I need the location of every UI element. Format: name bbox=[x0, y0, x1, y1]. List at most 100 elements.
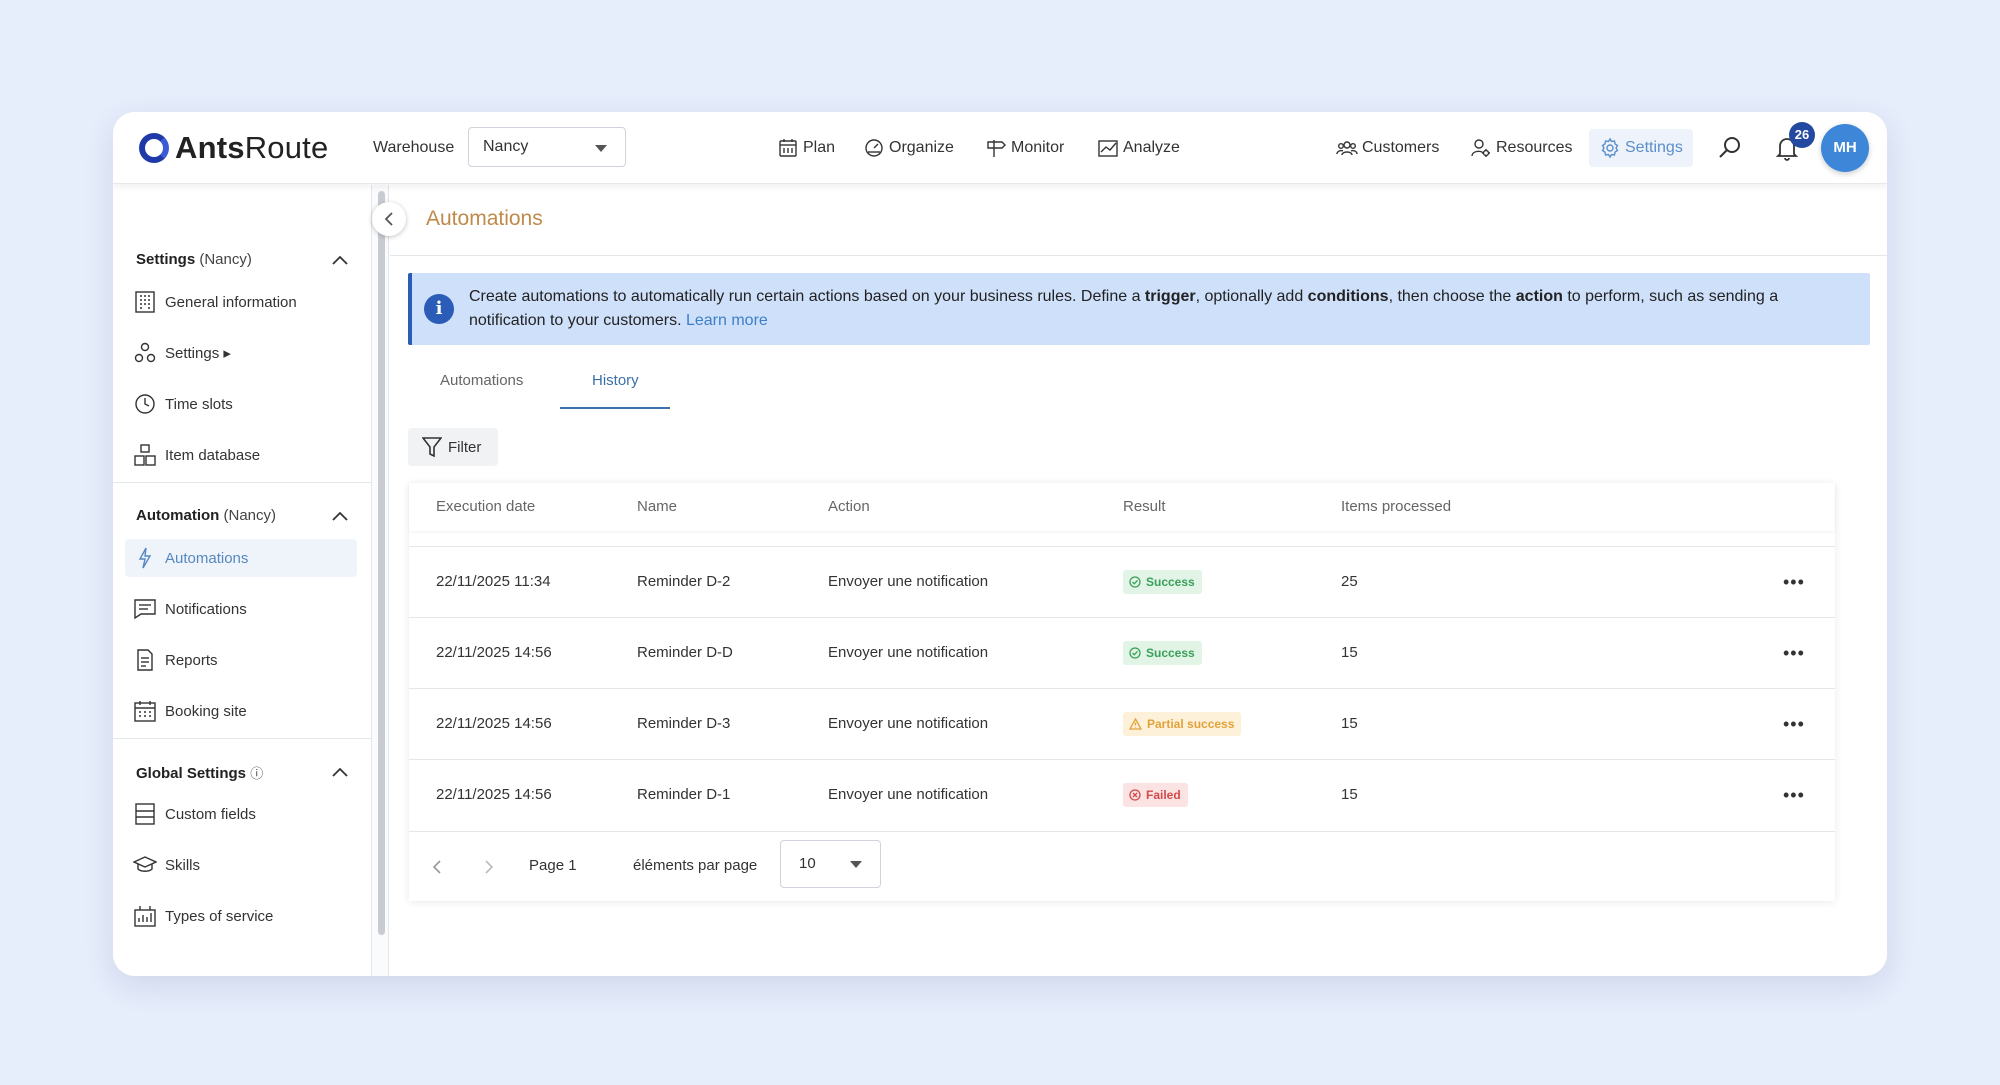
section-title: Settings bbox=[136, 251, 196, 268]
chevron-up-icon[interactable] bbox=[330, 509, 350, 523]
main-content: Automations i Create automations to auto… bbox=[390, 185, 1887, 976]
check-circle-icon bbox=[1129, 647, 1141, 659]
search-icon[interactable] bbox=[1716, 134, 1744, 162]
cell-action: Envoyer une notification bbox=[828, 573, 989, 590]
status-badge-success: Success bbox=[1123, 570, 1202, 594]
column-header-action[interactable]: Action bbox=[828, 498, 870, 515]
nav-monitor-label: Monitor bbox=[1011, 139, 1065, 156]
sidebar-item-label: Custom fields bbox=[165, 805, 256, 823]
row-actions-menu-icon[interactable]: ••• bbox=[1783, 714, 1805, 735]
sidebar-item-notifications[interactable]: Notifications bbox=[125, 590, 357, 628]
logo-mark-icon bbox=[139, 133, 169, 163]
next-page-icon[interactable] bbox=[483, 859, 495, 875]
per-page-label: éléments par page bbox=[633, 857, 758, 874]
warning-icon bbox=[1129, 718, 1142, 730]
table-row[interactable]: 22/11/2025 11:34 Reminder D-2 Envoyer un… bbox=[409, 546, 1835, 617]
cell-execution-date: 22/11/2025 11:34 bbox=[436, 573, 551, 590]
section-title: Automation bbox=[136, 507, 220, 524]
row-actions-menu-icon[interactable]: ••• bbox=[1783, 785, 1805, 806]
top-navigation-bar: AntsRoute Warehouse Nancy Plan Organize … bbox=[113, 112, 1887, 184]
info-banner: i Create automations to automatically ru… bbox=[408, 273, 1870, 345]
status-badge-partial: Partial success bbox=[1123, 712, 1242, 736]
chevron-left-icon bbox=[384, 212, 393, 226]
per-page-value: 10 bbox=[799, 855, 816, 872]
sidebar-item-time-slots[interactable]: Time slots bbox=[125, 385, 357, 423]
lightning-icon bbox=[138, 547, 152, 569]
row-actions-menu-icon[interactable]: ••• bbox=[1783, 643, 1805, 664]
nav-monitor[interactable]: Monitor bbox=[985, 136, 1064, 160]
collapse-sidebar-button[interactable] bbox=[372, 202, 406, 236]
table-row[interactable]: 22/11/2025 14:56 Reminder D-1 Envoyer un… bbox=[409, 759, 1835, 830]
sidebar-item-general-information[interactable]: General information bbox=[125, 283, 357, 321]
section-suffix: (Nancy) bbox=[199, 251, 252, 268]
sidebar-item-item-database[interactable]: Item database bbox=[125, 436, 357, 474]
page-indicator: Page 1 bbox=[529, 857, 577, 874]
document-icon bbox=[137, 649, 153, 671]
per-page-select[interactable]: 10 bbox=[780, 840, 881, 888]
nav-customers[interactable]: Customers bbox=[1336, 136, 1439, 160]
table-row[interactable]: 22/11/2025 14:56 Reminder D-3 Envoyer un… bbox=[409, 688, 1835, 759]
sidebar-scrollbar[interactable] bbox=[371, 185, 389, 976]
sidebar-item-automations[interactable]: Automations bbox=[125, 539, 357, 577]
cell-name: Reminder D-2 bbox=[637, 573, 731, 590]
funnel-icon bbox=[422, 437, 442, 458]
nav-settings[interactable]: Settings bbox=[1589, 129, 1693, 167]
sidebar-scrollbar-thumb[interactable] bbox=[378, 191, 385, 935]
sidebar-divider bbox=[113, 482, 371, 483]
pagination: Page 1 éléments par page 10 bbox=[409, 831, 1835, 901]
antsroute-logo[interactable]: AntsRoute bbox=[139, 130, 328, 166]
tab-automations[interactable]: Automations bbox=[440, 372, 523, 389]
column-header-result[interactable]: Result bbox=[1123, 498, 1166, 515]
sidebar-item-reports[interactable]: Reports bbox=[125, 641, 357, 679]
sidebar-item-label: General information bbox=[165, 293, 297, 311]
user-avatar[interactable]: MH bbox=[1821, 124, 1869, 172]
page-title: Automations bbox=[426, 207, 543, 230]
calendar-grid-icon bbox=[134, 701, 156, 722]
sidebar-item-custom-fields[interactable]: Custom fields bbox=[125, 795, 357, 833]
table-row[interactable]: 22/11/2025 14:56 Reminder D-D Envoyer un… bbox=[409, 617, 1835, 688]
message-icon bbox=[134, 599, 156, 620]
cell-name: Reminder D-D bbox=[637, 644, 733, 661]
sidebar-section-global-settings[interactable]: Global Settings ⓘ bbox=[136, 763, 263, 782]
column-header-name[interactable]: Name bbox=[637, 498, 677, 515]
cell-action: Envoyer une notification bbox=[828, 715, 989, 732]
chevron-up-icon[interactable] bbox=[330, 253, 350, 267]
chevron-up-icon[interactable] bbox=[330, 765, 350, 779]
nav-organize[interactable]: Organize bbox=[863, 136, 954, 160]
filter-button-label: Filter bbox=[448, 438, 482, 456]
nav-analyze-label: Analyze bbox=[1123, 139, 1180, 156]
sidebar-item-booking-site[interactable]: Booking site bbox=[125, 692, 357, 730]
building-icon bbox=[135, 291, 155, 313]
cell-action: Envoyer une notification bbox=[828, 786, 989, 803]
gauge-icon bbox=[865, 139, 883, 157]
sidebar-item-types-of-service[interactable]: Types of service bbox=[125, 897, 357, 935]
row-actions-menu-icon[interactable]: ••• bbox=[1783, 572, 1805, 593]
tab-history[interactable]: History bbox=[592, 372, 639, 389]
info-icon: ⓘ bbox=[250, 766, 264, 781]
logo-wordmark: AntsRoute bbox=[175, 130, 329, 165]
gear-icon bbox=[1601, 137, 1619, 159]
learn-more-link[interactable]: Learn more bbox=[686, 312, 768, 329]
sidebar-item-settings[interactable]: Settings ▸ bbox=[125, 334, 357, 372]
nav-plan[interactable]: Plan bbox=[777, 136, 835, 160]
section-title: Global Settings bbox=[136, 765, 247, 782]
column-header-execution-date[interactable]: Execution date bbox=[436, 498, 535, 515]
nav-analyze[interactable]: Analyze bbox=[1097, 136, 1180, 160]
check-circle-icon bbox=[1129, 576, 1141, 588]
sidebar-item-skills[interactable]: Skills bbox=[125, 846, 357, 884]
column-header-items-processed[interactable]: Items processed bbox=[1341, 498, 1451, 515]
sidebar-section-automation[interactable]: Automation (Nancy) bbox=[136, 507, 276, 524]
warehouse-select[interactable]: Nancy bbox=[468, 127, 626, 167]
info-banner-text: Create automations to automatically run … bbox=[469, 288, 1779, 329]
caret-down-icon bbox=[595, 145, 607, 152]
sidebar-section-settings[interactable]: Settings (Nancy) bbox=[136, 251, 252, 268]
cell-execution-date: 22/11/2025 14:56 bbox=[436, 786, 552, 803]
sidebar-item-label: Item database bbox=[165, 446, 261, 464]
cell-name: Reminder D-1 bbox=[637, 786, 731, 803]
filter-button[interactable]: Filter bbox=[408, 428, 498, 466]
app-window: AntsRoute Warehouse Nancy Plan Organize … bbox=[113, 112, 1887, 976]
nav-resources[interactable]: Resources bbox=[1470, 136, 1572, 160]
previous-page-icon[interactable] bbox=[431, 859, 443, 875]
cell-execution-date: 22/11/2025 14:56 bbox=[436, 644, 552, 661]
status-badge-failed: Failed bbox=[1123, 783, 1188, 807]
